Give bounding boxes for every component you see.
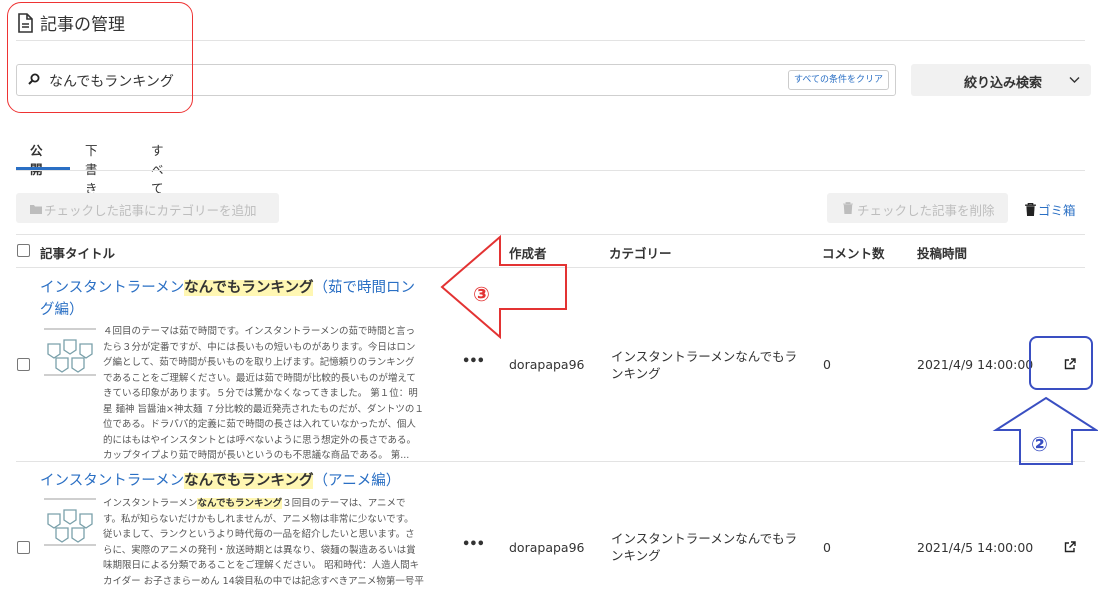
article-title-link[interactable]: インスタントラーメンなんでもランキング（アニメ編） (40, 470, 460, 492)
add-category-button[interactable]: チェックした記事にカテゴリーを追加 (16, 193, 279, 223)
tab-published[interactable]: 公開 (30, 140, 43, 178)
tab-drafts[interactable]: 下書き (85, 140, 98, 197)
article-title-link[interactable]: インスタントラーメンなんでもランキング（茹で時間ロン グ編） (40, 277, 440, 321)
comment-count-cell: 0 (823, 540, 831, 555)
annotation-number-2: ② (1031, 432, 1048, 456)
article-thumbnail (42, 496, 98, 548)
category-cell: インスタントラーメンなんでもラ ンキング (611, 349, 798, 381)
row-checkbox[interactable] (17, 358, 30, 371)
filter-search-label: 絞り込み検索 (964, 76, 1043, 91)
annotation-number-3: ③ (473, 282, 490, 306)
trash-link[interactable]: ゴミ箱 (1025, 200, 1076, 219)
column-header-title[interactable]: 記事タイトル (40, 243, 115, 262)
delete-checked-button[interactable]: チェックした記事を削除 (827, 193, 1008, 223)
clear-conditions-button[interactable]: すべての条件をクリア (787, 70, 889, 90)
column-header-category[interactable]: カテゴリー (609, 243, 672, 262)
comment-count-cell: 0 (823, 357, 831, 372)
date-cell: 2021/4/5 14:00:00 (917, 540, 1034, 555)
chevron-down-icon (1069, 77, 1080, 83)
filter-search-button[interactable]: 絞り込み検索 (911, 64, 1091, 96)
column-header-date[interactable]: 投稿時間 (917, 243, 967, 262)
article-thumbnail (42, 326, 98, 378)
annotation-red-box (7, 2, 193, 113)
add-category-label: チェックした記事にカテゴリーを追加 (44, 203, 257, 218)
article-excerpt: インスタントラーメンなんでもランキング３回目のテーマは、アニメで す。私が知らな… (103, 498, 424, 587)
divider (16, 170, 1085, 171)
select-all-checkbox[interactable] (17, 244, 30, 257)
annotation-blue-box (1029, 336, 1093, 390)
trash-icon (1025, 203, 1036, 216)
folder-icon (30, 205, 42, 214)
delete-checked-label: チェックした記事を削除 (857, 203, 995, 218)
tab-all[interactable]: すべて (151, 140, 164, 197)
more-options-icon[interactable]: ••• (462, 537, 485, 552)
category-cell: インスタントラーメンなんでもラ ンキング (611, 531, 798, 563)
table-row: インスタントラーメンなんでもランキング（アニメ編） インスタントラーメンなんでも… (0, 462, 1101, 587)
date-cell: 2021/4/9 14:00:00 (917, 357, 1034, 372)
trash-label: ゴミ箱 (1038, 203, 1076, 218)
column-header-comments[interactable]: コメント数 (822, 243, 885, 262)
row-checkbox[interactable] (17, 541, 30, 554)
trash-icon (843, 202, 853, 214)
external-link-icon[interactable] (1064, 541, 1076, 553)
annotation-red-arrow (440, 235, 567, 339)
article-excerpt: ４回目のテーマは茹で時間です。インスタントラーメンの茹で時間と言っ たら３分が定… (103, 326, 424, 461)
more-options-icon[interactable]: ••• (462, 354, 485, 369)
author-cell: dorapapa96 (509, 540, 585, 555)
author-cell: dorapapa96 (509, 357, 585, 372)
